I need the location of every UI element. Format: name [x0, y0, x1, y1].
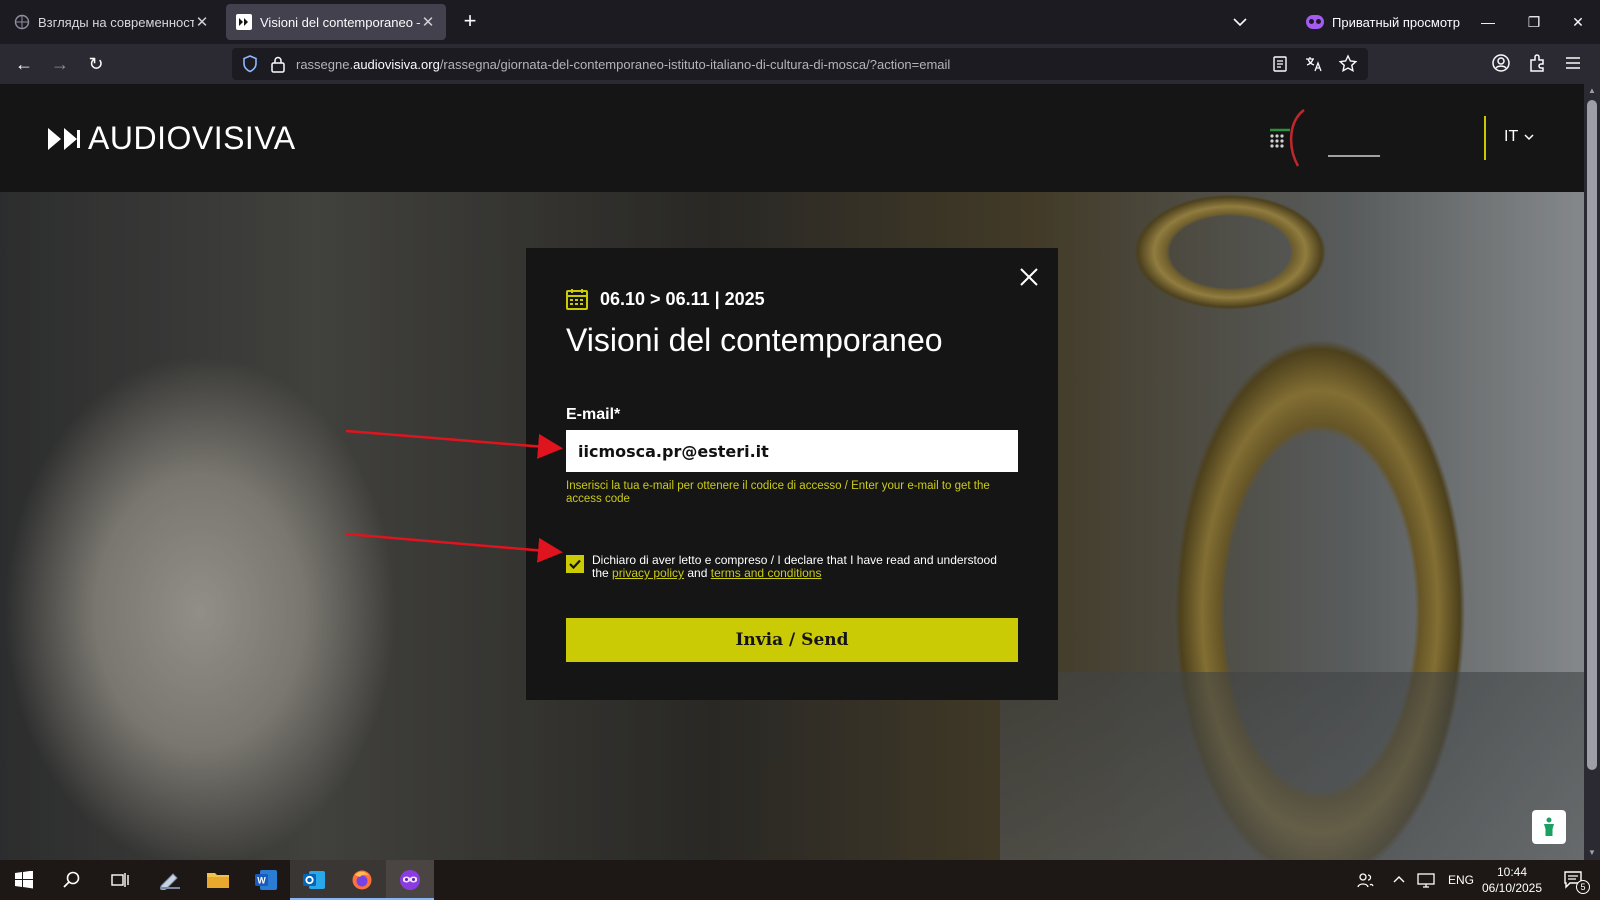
- browser-tab-bar: Взгляды на современность: он ✕ Visioni d…: [0, 0, 1600, 44]
- task-view-icon: [111, 873, 129, 887]
- site-header: AUDIOVISIVA IT: [0, 84, 1584, 192]
- back-button[interactable]: ←: [12, 52, 36, 76]
- forward-button[interactable]: →: [48, 52, 72, 76]
- taskbar-word[interactable]: W: [242, 860, 290, 900]
- event-dates-text: 06.10 > 06.11 | 2025: [600, 288, 765, 309]
- email-access-modal: 06.10 > 06.11 | 2025 Visioni del contemp…: [526, 248, 1058, 700]
- fast-forward-logo-icon: [48, 127, 80, 150]
- windows-logo-icon: [15, 871, 33, 889]
- scrollbar-thumb[interactable]: [1587, 100, 1597, 770]
- extensions-icon[interactable]: [1526, 52, 1548, 74]
- globe-icon: [14, 14, 30, 30]
- tab-visioni[interactable]: Visioni del contemporaneo – Au ✕: [226, 4, 446, 40]
- search-icon: [63, 871, 80, 888]
- bookmark-star-icon[interactable]: [1338, 54, 1358, 74]
- word-icon: W: [255, 870, 277, 890]
- tab-vzglyady[interactable]: Взгляды на современность: он ✕: [4, 4, 220, 40]
- svg-text:W: W: [257, 876, 266, 886]
- private-mask-icon: [1306, 15, 1324, 29]
- language-label: IT: [1504, 128, 1519, 145]
- menu-icon[interactable]: [1562, 52, 1584, 74]
- taskbar-file-explorer[interactable]: [194, 860, 242, 900]
- send-button[interactable]: Invia / Send: [566, 618, 1018, 662]
- logo-text: AUDIOVISIVA: [88, 120, 296, 156]
- istituto-italiano-cultura-logo[interactable]: [1268, 108, 1386, 170]
- terms-link[interactable]: terms and conditions: [711, 566, 822, 580]
- chevron-up-icon[interactable]: [1392, 873, 1406, 887]
- clock-date: 06/10/2025: [1481, 881, 1543, 895]
- chevron-down-icon: [1524, 134, 1534, 141]
- url-text[interactable]: rassegne.audiovisiva.org/rassegna/giorna…: [296, 57, 950, 72]
- tab-title: Visioni del contemporaneo – Au: [260, 14, 420, 30]
- firefox-private-icon: [400, 870, 420, 890]
- clock-time: 10:44: [1496, 865, 1528, 879]
- language-selector[interactable]: IT: [1504, 128, 1534, 146]
- person-icon: [1544, 817, 1554, 836]
- consent-row: Dichiaro di aver letto e compreso / I de…: [566, 554, 1012, 580]
- modal-title: Visioni del contemporaneo: [566, 322, 943, 358]
- email-label: E-mail*: [566, 406, 621, 423]
- translate-icon[interactable]: [1304, 54, 1324, 74]
- task-view-button[interactable]: [96, 860, 144, 900]
- reload-button[interactable]: ↻: [84, 52, 108, 76]
- pen-tablet-icon: [160, 873, 180, 890]
- consent-checkbox[interactable]: [566, 555, 584, 573]
- network-icon[interactable]: [1416, 872, 1436, 888]
- input-language[interactable]: ENG: [1448, 873, 1474, 887]
- hero-floor-shade: [1000, 672, 1584, 860]
- page-scrollbar[interactable]: ▲ ▼: [1584, 84, 1600, 860]
- address-bar[interactable]: rassegne.audiovisiva.org/rassegna/giorna…: [232, 48, 1368, 80]
- lock-icon[interactable]: [270, 55, 286, 73]
- tracking-shield-icon[interactable]: [240, 54, 260, 74]
- outlook-icon: [303, 871, 325, 889]
- search-button[interactable]: [48, 860, 96, 900]
- notifications-button[interactable]: 5: [1552, 860, 1596, 900]
- firefox-icon: [352, 870, 372, 890]
- tab-close-icon[interactable]: ✕: [194, 13, 210, 31]
- reader-view-icon[interactable]: [1270, 54, 1290, 74]
- start-button[interactable]: [0, 860, 48, 900]
- new-tab-button[interactable]: +: [458, 9, 482, 35]
- restore-button[interactable]: ❐: [1522, 10, 1546, 34]
- scroll-down-icon[interactable]: ▼: [1587, 848, 1597, 858]
- tab-list-chevron-icon[interactable]: [1230, 12, 1250, 32]
- accessibility-widget-button[interactable]: [1532, 810, 1566, 844]
- browser-nav-bar: ← → ↻ rassegne.audiovisiva.org/rassegna/…: [0, 44, 1600, 84]
- folder-icon: [207, 873, 229, 888]
- web-page: AUDIOVISIVA IT 06.10 > 06.11 | 2025 Visi…: [0, 84, 1584, 860]
- private-label: Приватный просмотр: [1332, 14, 1460, 30]
- audiovisiva-logo[interactable]: AUDIOVISIVA: [46, 120, 296, 157]
- checkmark-icon: [569, 559, 581, 570]
- tab-title: Взгляды на современность: он: [38, 14, 194, 30]
- email-hint: Inserisci la tua e-mail per ottenere il …: [566, 480, 990, 505]
- email-field[interactable]: [566, 430, 1018, 472]
- calendar-icon: [566, 289, 588, 310]
- audiovisiva-favicon-icon: [236, 14, 252, 30]
- taskbar-firefox-private[interactable]: [386, 860, 434, 900]
- taskbar-outlook[interactable]: [290, 860, 338, 900]
- notification-count-badge: 5: [1576, 880, 1590, 894]
- header-separator: [1484, 116, 1486, 160]
- minimize-button[interactable]: —: [1476, 10, 1500, 34]
- taskbar-firefox[interactable]: [338, 860, 386, 900]
- privacy-policy-link[interactable]: privacy policy: [612, 566, 684, 580]
- system-tray: ENG: [1356, 860, 1474, 900]
- account-icon[interactable]: [1490, 52, 1512, 74]
- tab-close-icon[interactable]: ✕: [420, 13, 436, 31]
- scroll-up-icon[interactable]: ▲: [1587, 86, 1597, 96]
- window-close-button[interactable]: ✕: [1566, 10, 1590, 34]
- private-browsing-indicator: Приватный просмотр: [1306, 12, 1460, 32]
- consent-text: Dichiaro di aver letto e compreso / I de…: [592, 553, 997, 580]
- event-dates: 06.10 > 06.11 | 2025: [566, 288, 765, 310]
- clock[interactable]: 10:44 06/10/2025: [1480, 864, 1544, 896]
- windows-taskbar: W ENG 10:44 06/10/2025 5: [0, 860, 1600, 900]
- close-icon[interactable]: [1020, 268, 1038, 286]
- people-icon[interactable]: [1356, 871, 1374, 889]
- taskbar-app-pen[interactable]: [146, 860, 194, 900]
